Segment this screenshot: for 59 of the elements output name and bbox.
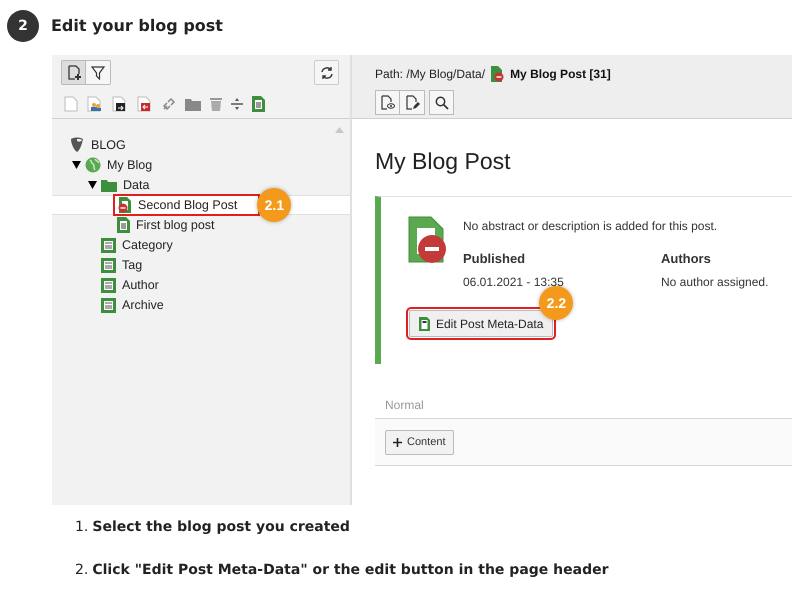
tree-item-label[interactable]: Author bbox=[122, 276, 159, 294]
instruction-text: Click "Edit Post Meta-Data" or the edit button in the page header bbox=[92, 561, 608, 580]
post-icon bbox=[117, 217, 130, 233]
globe-icon bbox=[85, 157, 101, 173]
tree-item-label[interactable]: Data bbox=[123, 176, 150, 194]
published-label: Published bbox=[463, 250, 526, 268]
page-pencil-icon bbox=[404, 95, 420, 110]
authors-label: Authors bbox=[661, 250, 712, 268]
filter-icon bbox=[91, 66, 105, 80]
trash-icon[interactable] bbox=[210, 97, 222, 111]
filter-button[interactable] bbox=[86, 60, 111, 85]
document-icon bbox=[419, 316, 430, 330]
document-icon[interactable] bbox=[252, 96, 265, 112]
link-icon[interactable] bbox=[162, 97, 176, 111]
tree-item-label[interactable]: Archive bbox=[122, 296, 164, 314]
step-title: Edit your blog post bbox=[51, 15, 223, 37]
add-content-button[interactable]: Content bbox=[385, 430, 454, 454]
refresh-icon bbox=[320, 66, 334, 80]
page-eye-icon bbox=[380, 95, 395, 110]
tree-item-label[interactable]: Category bbox=[122, 236, 173, 254]
page-users-icon[interactable] bbox=[87, 96, 103, 112]
hidden-page-icon bbox=[490, 66, 506, 82]
folder-icon[interactable] bbox=[185, 98, 201, 110]
list-number: 1. bbox=[75, 518, 88, 537]
divider-icon[interactable] bbox=[231, 97, 243, 111]
post-description: No abstract or description is added for this post. bbox=[463, 218, 718, 235]
list-icon bbox=[101, 238, 116, 252]
expanded-caret-icon[interactable] bbox=[72, 161, 81, 169]
tree-item-label[interactable]: Second Blog Post bbox=[138, 196, 238, 214]
callout-badge: 2.2 bbox=[539, 286, 574, 320]
edit-button[interactable] bbox=[400, 90, 425, 115]
tree-item-label[interactable]: BLOG bbox=[91, 136, 126, 154]
step-number: 2 bbox=[7, 10, 39, 42]
folder-icon bbox=[101, 178, 117, 192]
tree-item-label[interactable]: Tag bbox=[122, 256, 142, 274]
authors-value: No author assigned. bbox=[661, 274, 768, 290]
search-button[interactable] bbox=[429, 90, 454, 115]
refresh-button[interactable] bbox=[314, 60, 339, 85]
page-title: My Blog Post [31] bbox=[510, 66, 611, 83]
view-button[interactable] bbox=[375, 90, 400, 115]
tree-item-label[interactable]: First blog post bbox=[136, 216, 215, 234]
page-plus-icon bbox=[66, 64, 82, 80]
instruction-text: Select the blog post you created bbox=[92, 518, 350, 537]
tree-item-label[interactable]: My Blog bbox=[107, 156, 152, 174]
list-icon bbox=[101, 298, 116, 312]
expanded-caret-icon[interactable] bbox=[88, 181, 97, 189]
plus-icon bbox=[393, 438, 402, 446]
column-name: Normal bbox=[384, 397, 425, 414]
page-heading: My Blog Post bbox=[375, 147, 512, 176]
page-arrow-icon[interactable] bbox=[112, 96, 128, 112]
list-icon bbox=[101, 278, 116, 292]
path-label: Path: /My Blog/Data/ bbox=[375, 66, 486, 83]
search-icon bbox=[434, 96, 448, 110]
list-icon bbox=[101, 258, 116, 272]
edit-meta-data-button[interactable]: Edit Post Meta-Data bbox=[409, 310, 554, 337]
new-page-button[interactable] bbox=[61, 60, 86, 85]
callout-badge: 2.1 bbox=[257, 188, 292, 222]
list-number: 2. bbox=[75, 561, 88, 580]
logo-icon bbox=[69, 137, 85, 153]
